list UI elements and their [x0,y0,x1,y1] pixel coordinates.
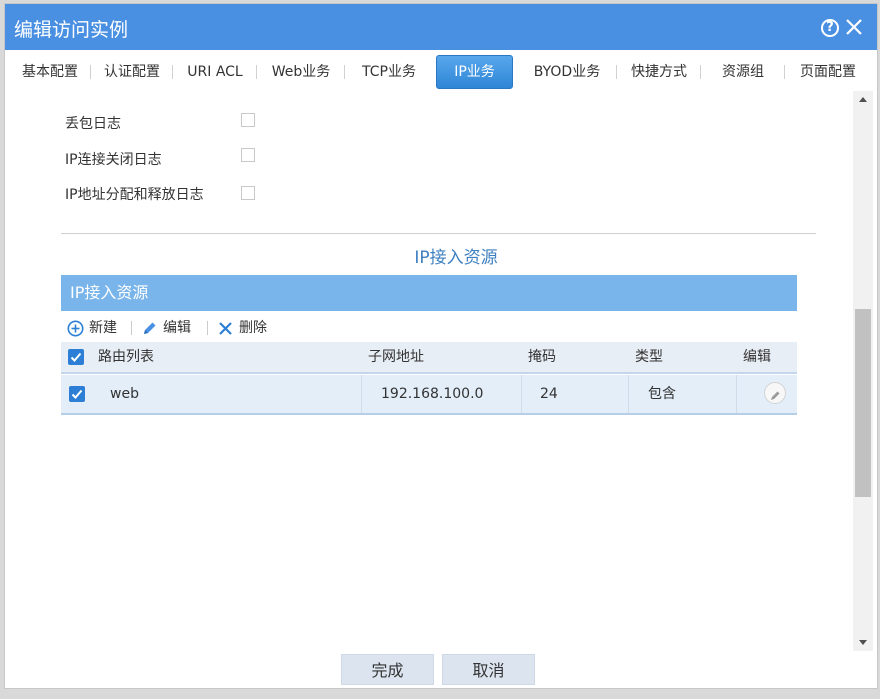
checkmark-icon [70,352,82,362]
row-edit-button[interactable] [764,382,786,404]
scroll-down-arrow-icon[interactable] [853,633,873,651]
tab-shortcuts[interactable]: 快捷方式 [617,53,701,91]
new-button-label: 新建 [89,320,117,336]
vertical-scrollbar[interactable] [853,91,873,651]
tab-auth-config[interactable]: 认证配置 [91,53,173,91]
column-header-route-list[interactable]: 路由列表 [98,342,154,372]
panel-header: IP接入资源 [61,275,797,311]
delete-x-icon [219,322,232,335]
checkbox-packet-loss-log[interactable] [241,113,255,127]
toolbar-separator [207,321,208,335]
column-header-subnet[interactable]: 子网地址 [368,342,424,372]
help-icon[interactable]: ? [821,19,839,37]
background-strip [0,689,880,699]
dialog-footer: 完成 取消 [5,651,877,690]
tab-tcp-service[interactable]: TCP业务 [345,53,433,91]
tab-web-service[interactable]: Web业务 [257,53,345,91]
section-divider [61,233,816,234]
scroll-up-arrow-icon[interactable] [853,91,873,109]
toolbar-separator [131,321,132,335]
new-button[interactable]: 新建 [67,317,127,339]
cell-mask: 24 [521,375,628,413]
column-header-type[interactable]: 类型 [635,342,663,372]
option-label-packet-loss-log: 丢包日志 [65,116,121,132]
section-title: IP接入资源 [414,248,498,268]
scrollbar-thumb[interactable] [855,309,871,497]
cell-edit [736,375,797,413]
edit-button[interactable]: 编辑 [141,317,201,339]
edit-button-label: 编辑 [163,320,191,336]
tab-byod-service[interactable]: BYOD业务 [517,53,617,91]
add-circle-icon [67,320,84,337]
tab-bar: 基本配置 认证配置 URI ACL Web业务 TCP业务 IP业务 BYOD业… [5,53,877,91]
cell-type: 包含 [628,375,736,413]
cell-subnet: 192.168.100.0 [361,375,521,413]
pencil-icon [771,391,780,400]
select-all-checkbox[interactable] [68,349,84,365]
delete-button-label: 删除 [239,320,267,336]
tab-uri-acl[interactable]: URI ACL [173,53,257,91]
dialog-titlebar: 编辑访问实例 ? [5,4,877,50]
checkbox-ip-address-log[interactable] [241,186,255,200]
row-checkbox[interactable] [69,386,85,402]
tab-ip-service[interactable]: IP业务 [436,55,513,89]
grid-header: 路由列表 子网地址 掩码 类型 编辑 [61,342,797,374]
table-row[interactable]: web 192.168.100.0 24 包含 [61,375,797,415]
edit-access-instance-dialog: 编辑访问实例 ? 基本配置 认证配置 URI ACL Web业务 TCP业务 I… [4,3,878,689]
content-area: 丢包日志 IP连接关闭日志 IP地址分配和释放日志 IP接入资源 IP接入资源 … [5,91,853,651]
close-icon[interactable] [844,17,864,37]
cancel-button[interactable]: 取消 [442,654,535,685]
tab-page-config[interactable]: 页面配置 [785,53,871,91]
column-header-edit: 编辑 [743,349,771,365]
tab-resource-group[interactable]: 资源组 [701,53,785,91]
checkbox-ip-connection-close-log[interactable] [241,148,255,162]
option-label-ip-connection-close-log: IP连接关闭日志 [65,152,162,168]
dialog-title: 编辑访问实例 [14,19,129,41]
delete-button[interactable]: 删除 [217,317,277,339]
pencil-icon [144,322,156,334]
tab-basic-config[interactable]: 基本配置 [9,53,91,91]
grid-toolbar: 新建 编辑 删除 [61,315,797,341]
option-label-ip-address-log: IP地址分配和释放日志 [65,187,204,203]
finish-button[interactable]: 完成 [341,654,434,685]
checkmark-icon [71,389,83,399]
column-header-mask[interactable]: 掩码 [528,342,556,372]
cell-route-name: web [110,386,139,402]
